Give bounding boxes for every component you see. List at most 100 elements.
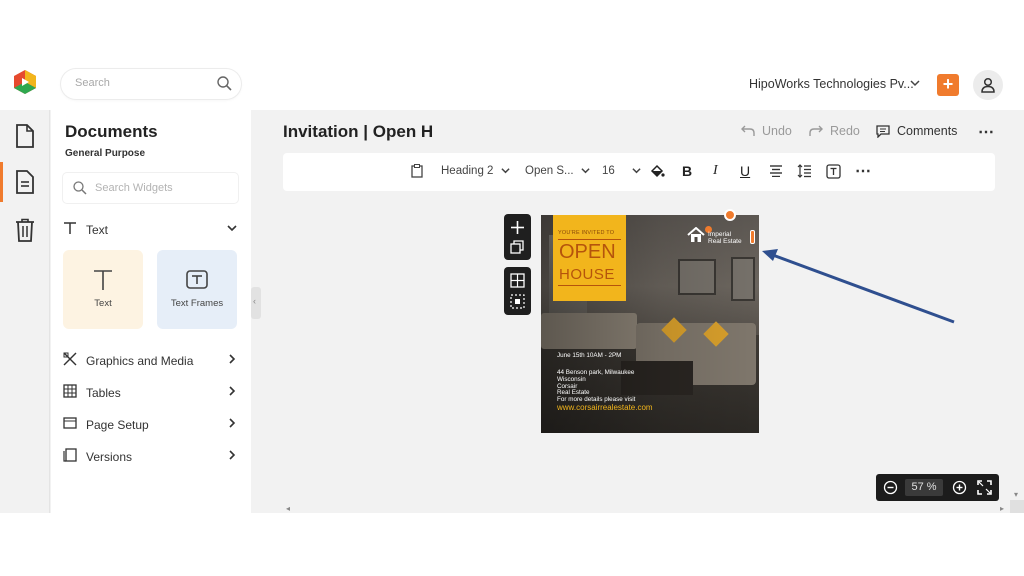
chevron-right-icon	[229, 418, 236, 428]
bold-icon[interactable]: B	[682, 163, 692, 179]
user-avatar-button[interactable]	[973, 70, 1003, 100]
section-tables[interactable]: Tables	[63, 382, 243, 404]
redo-label: Redo	[830, 124, 860, 138]
align-icon[interactable]	[769, 165, 783, 178]
scroll-left-icon[interactable]: ◂	[286, 504, 290, 513]
page-tools-group-2	[504, 267, 531, 315]
selection-resize-handle[interactable]	[750, 230, 755, 244]
rail-item-widgets[interactable]	[0, 160, 50, 202]
annotation-arrow	[762, 249, 955, 324]
chevron-left-icon: ‹	[253, 296, 256, 306]
clipboard-icon[interactable]	[411, 164, 423, 178]
section-label: Tables	[86, 386, 121, 400]
comments-button[interactable]: Comments	[876, 124, 957, 138]
global-search-input[interactable]: Search	[61, 69, 241, 99]
widget-panel: Documents General Purpose Search Widgets…	[51, 110, 251, 513]
chevron-right-icon	[229, 354, 236, 364]
table-icon	[63, 384, 77, 398]
banner-rule	[558, 239, 621, 240]
zoom-value[interactable]: 57 %	[905, 479, 943, 496]
invite-banner[interactable]: YOU'RE INVITED TO OPEN HOUSE	[553, 215, 626, 301]
fullscreen-icon[interactable]	[977, 480, 992, 495]
paragraph-style-value: Heading 2	[441, 165, 494, 177]
font-size-value: 16	[602, 165, 615, 177]
document-page[interactable]: YOU'RE INVITED TO OPEN HOUSE Imperial Re…	[541, 215, 759, 433]
top-bar: Search HipoWorks Technologies Pv... +	[0, 60, 1024, 110]
rail-item-documents[interactable]	[0, 114, 50, 156]
left-rail	[0, 110, 50, 513]
banner-rule	[558, 285, 621, 286]
scrollbar-corner	[1010, 500, 1024, 513]
search-icon	[73, 181, 87, 195]
text-t-icon	[64, 222, 76, 234]
formatting-toolbar: Heading 2 Open S... 16 B I U ⋯	[283, 153, 995, 191]
house-logo-icon	[687, 227, 705, 242]
document-icon	[16, 124, 34, 148]
font-family-select[interactable]: Open S...	[525, 165, 590, 177]
font-family-value: Open S...	[525, 165, 574, 177]
page-setup-icon	[63, 417, 77, 429]
zoom-out-icon[interactable]	[883, 480, 898, 495]
section-label: Page Setup	[86, 418, 149, 432]
panel-subtitle: General Purpose	[65, 148, 146, 159]
graphics-tools-icon	[63, 352, 77, 366]
more-options-icon[interactable]: ⋯	[978, 122, 994, 142]
widget-card-label: Text	[94, 298, 112, 309]
section-label: Versions	[86, 450, 133, 464]
app-logo-icon[interactable]	[12, 69, 38, 95]
duplicate-page-icon[interactable]	[510, 240, 525, 255]
underline-icon[interactable]: U	[740, 163, 750, 179]
rotate-handle[interactable]	[724, 209, 736, 221]
brand-text[interactable]: Imperial Real Estate	[708, 231, 742, 245]
section-versions[interactable]: Versions	[63, 446, 243, 468]
panel-collapse-handle[interactable]: ‹	[251, 287, 261, 319]
widget-card-label: Text Frames	[170, 298, 224, 309]
section-label: Text	[86, 223, 109, 237]
comments-label: Comments	[897, 124, 958, 138]
more-formatting-icon[interactable]: ⋯	[855, 161, 871, 181]
search-icon	[217, 76, 232, 91]
organization-name[interactable]: HipoWorks Technologies Pv...	[749, 77, 914, 91]
scroll-down-icon[interactable]: ▾	[1014, 490, 1018, 499]
brand-line-2: Real Estate	[708, 238, 742, 245]
select-area-icon[interactable]	[510, 294, 525, 309]
redo-icon	[809, 125, 823, 136]
panel-title: Documents	[65, 122, 158, 141]
website-url[interactable]: www.corsairrealestate.com	[557, 404, 653, 412]
line-spacing-icon[interactable]	[797, 164, 812, 178]
font-size-select[interactable]: 16	[602, 165, 641, 177]
add-button[interactable]: +	[937, 74, 959, 96]
section-text[interactable]: Text	[63, 219, 243, 241]
text-t-icon	[94, 270, 112, 290]
rail-item-trash[interactable]	[0, 208, 50, 250]
chevron-down-icon[interactable]	[910, 78, 920, 88]
document-lines-icon	[16, 170, 34, 194]
text-box-icon[interactable]	[826, 164, 841, 179]
undo-label: Undo	[762, 124, 792, 138]
redo-button[interactable]: Redo	[809, 124, 860, 138]
add-page-icon[interactable]	[510, 220, 525, 235]
event-date[interactable]: June 15th 10AM - 2PM	[557, 352, 621, 360]
zoom-in-icon[interactable]	[952, 480, 967, 495]
versions-icon	[63, 448, 77, 462]
italic-icon[interactable]: I	[713, 163, 718, 179]
paragraph-style-select[interactable]: Heading 2	[441, 165, 510, 177]
widget-search-input[interactable]: Search Widgets	[63, 173, 238, 203]
text-frame-icon	[186, 270, 208, 289]
scroll-right-icon[interactable]: ▸	[1000, 504, 1004, 513]
section-graphics-media[interactable]: Graphics and Media	[63, 350, 243, 372]
document-title[interactable]: Invitation | Open H	[283, 122, 433, 142]
widget-card-text-frames[interactable]: Text Frames	[157, 250, 237, 329]
section-label: Graphics and Media	[86, 354, 194, 368]
user-icon	[981, 77, 995, 93]
zoom-control: 57 %	[876, 474, 999, 501]
undo-button[interactable]: Undo	[741, 124, 792, 138]
grid-layout-icon[interactable]	[510, 273, 525, 288]
widget-card-text[interactable]: Text	[63, 250, 143, 329]
chevron-right-icon	[229, 450, 236, 460]
comment-icon	[876, 125, 890, 138]
fill-color-icon[interactable]	[650, 164, 665, 179]
chevron-down-icon	[227, 225, 237, 232]
section-page-setup[interactable]: Page Setup	[63, 414, 243, 436]
widget-search-placeholder: Search Widgets	[95, 182, 173, 194]
